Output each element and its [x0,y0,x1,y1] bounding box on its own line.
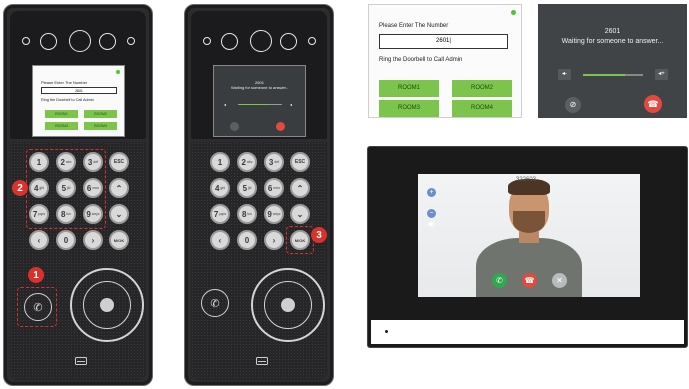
phone-icon: ✆ [210,297,220,310]
key-left[interactable]: ‹ [210,230,230,250]
key-1[interactable]: 1 [210,152,230,172]
step-badge-1: 1 [28,267,44,283]
key-9[interactable]: 9 wxyz [264,204,284,224]
monitor-bezel [371,320,684,344]
key-8[interactable]: 8 tuv [237,204,257,224]
mute-mic-icon[interactable]: ⊘ [565,97,581,113]
key-left[interactable]: ‹ [29,230,49,250]
step-badge-3: 3 [311,227,327,243]
volume-up-icon[interactable]: ◂ [290,102,292,107]
key-up[interactable]: ⌃ [109,178,129,198]
key-menu-ok[interactable]: M/OK [109,230,129,250]
camera-lens-icon [221,33,238,50]
step-badge-2: 2 [12,180,28,196]
calling-status: Waiting for someone to answer.. [231,85,288,90]
call-highlight [17,287,57,327]
key-esc[interactable]: ESC [109,152,129,172]
status-dot [511,10,516,15]
calling-info: 2601 Waiting for someone to answer.. [214,80,305,90]
zoom-in-icon[interactable]: + [427,188,436,197]
room4-button[interactable]: ROOM4 [452,100,512,117]
sensor-icon [22,37,30,45]
key-up[interactable]: ⌃ [290,178,310,198]
indoor-monitor: 322603 + − ◀) ✆ ☎ ✕ [367,146,688,348]
sensor-icon [308,37,316,45]
fingerprint-icon [281,298,295,312]
zoom-out-icon[interactable]: − [427,209,436,218]
key-3[interactable]: 3 def [264,152,284,172]
key-right[interactable]: › [264,230,284,250]
room4-button[interactable]: ROOM4 [84,122,117,130]
screen-title: Please Enter The Number [379,23,449,29]
key-7[interactable]: 7 pqrs [210,204,230,224]
volume-down-icon[interactable]: ◂- [558,69,571,80]
key-2[interactable]: 2 abc [237,152,257,172]
keypad-panel [191,142,327,380]
fingerprint-reader[interactable] [251,268,325,342]
calling-room: 2601 [604,28,621,35]
sensor-icon [127,37,135,45]
room1-button[interactable]: ROOM1 [379,80,439,97]
key-0[interactable]: 0 [237,230,257,250]
key-5[interactable]: 5 jkl [237,178,257,198]
device-screen-calling: 2601 Waiting for someone to answer.. ◂ ◂ [213,65,306,137]
key-0[interactable]: 0 [56,230,76,250]
status-dot [116,70,120,74]
camera-header: 2601 Waiting for someone to answer.. ◂ ◂ [191,11,327,139]
speaker-icon[interactable]: ◀) [427,220,435,228]
ok-highlight [286,226,314,254]
camera-lens-icon [250,30,272,52]
volume-fill [583,74,625,76]
room-number-input[interactable]: 2601 [41,87,117,94]
call-button[interactable]: ✆ [201,289,229,317]
volume-slider[interactable] [238,104,282,105]
key-down[interactable]: ⌄ [109,204,129,224]
key-6[interactable]: 6 mno [264,178,284,198]
room3-button[interactable]: ROOM3 [45,122,78,130]
calling-status: Waiting for someone to answer... [561,38,664,45]
room1-button[interactable]: ROOM1 [45,110,78,118]
fingerprint-reader[interactable] [70,268,144,342]
camera-lens-icon [99,33,116,50]
room2-button[interactable]: ROOM2 [452,80,512,97]
key-right[interactable]: › [83,230,103,250]
volume-up-icon[interactable]: ◂+ [655,69,668,80]
door-station-step-3: 2601 Waiting for someone to answer.. ◂ ◂… [184,4,334,386]
screen-title: Please Enter The Number [41,80,88,85]
enlarged-input-screen: Please Enter The Number 2601| Ring the D… [368,4,522,118]
key-down[interactable]: ⌄ [290,204,310,224]
screen-hint: Ring the Doorbell to Call Admin [41,98,94,102]
enlarged-call-screen: 2601 Waiting for someone to answer... ◂-… [538,4,687,118]
monitor-room-number: 322603 [516,177,537,183]
hangup-icon[interactable]: ☎ [522,273,537,288]
device-screen: Please Enter The Number 2601 Ring the Do… [32,65,125,137]
camera-lens-icon [280,33,297,50]
hangup-icon[interactable]: ☎ [644,95,662,113]
volume-down-icon[interactable]: ◂ [224,102,226,107]
video-feed: 322603 + − ◀) ✆ ☎ ✕ [418,174,640,297]
answer-icon[interactable]: ✆ [492,273,507,288]
volume-slider[interactable] [583,74,643,76]
card-icon [75,357,87,365]
camera-lens-icon [40,33,57,50]
key-esc[interactable]: ESC [290,152,310,172]
fingerprint-icon [100,298,114,312]
screen-hint: Ring the Doorbell to Call Admin [379,57,463,63]
room-number-input[interactable]: 2601| [379,34,508,49]
room3-button[interactable]: ROOM3 [379,100,439,117]
close-icon[interactable]: ✕ [552,273,567,288]
digits-highlight [26,149,106,229]
camera-header: Please Enter The Number 2601 Ring the Do… [10,11,146,139]
hangup-icon[interactable] [276,122,285,131]
key-4[interactable]: 4 ghi [210,178,230,198]
mute-mic-icon[interactable] [230,122,239,131]
sensor-icon [203,37,211,45]
room2-button[interactable]: ROOM2 [84,110,117,118]
card-icon [256,357,268,365]
camera-lens-icon [69,30,91,52]
door-station-step-1-2: Please Enter The Number 2601 Ring the Do… [3,4,153,386]
